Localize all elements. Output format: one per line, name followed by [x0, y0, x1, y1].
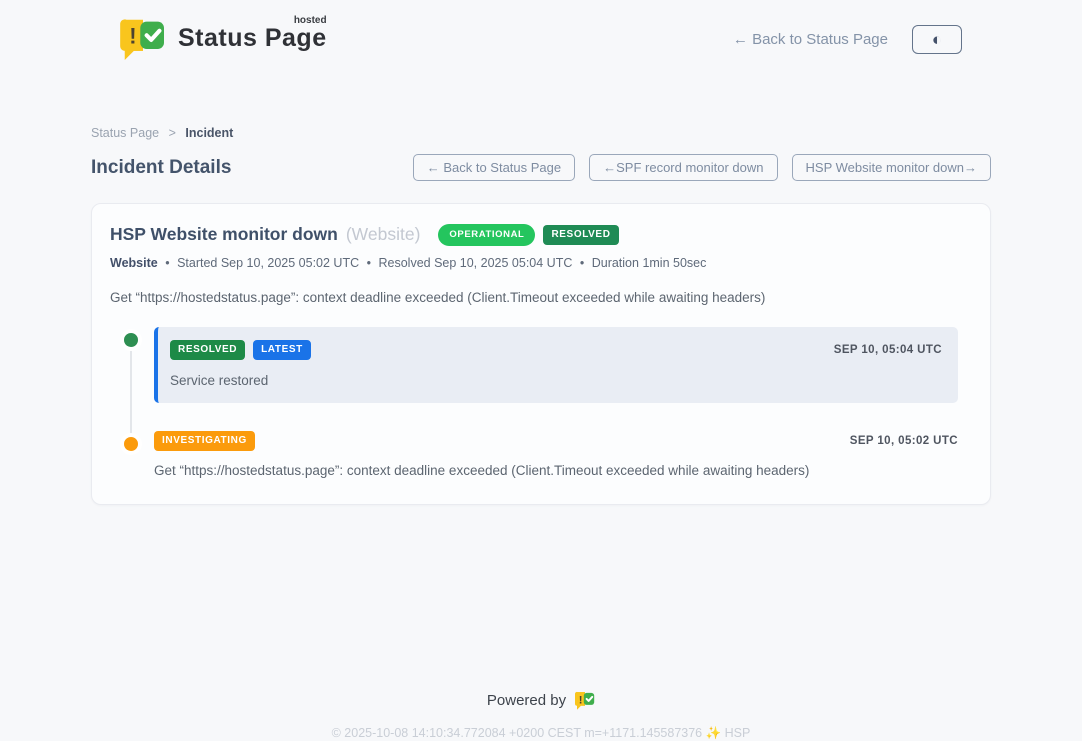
- incident-title-row: HSP Website monitor down (Website) OPERA…: [108, 224, 974, 246]
- brand-name: Status Page: [178, 24, 327, 52]
- breadcrumb-status-page[interactable]: Status Page: [91, 126, 159, 140]
- svg-text:!: !: [579, 694, 583, 706]
- timeline-message: Service restored: [170, 373, 942, 388]
- main-content: Status Page > Incident Incident Details …: [91, 126, 991, 741]
- timeline-timestamp: SEP 10, 05:04 UTC: [834, 344, 942, 356]
- timeline-timestamp: SEP 10, 05:02 UTC: [850, 435, 958, 447]
- resolved-badge: RESOLVED: [543, 225, 618, 245]
- breadcrumb-separator: >: [169, 126, 176, 140]
- timeline-dot-wrap: [108, 431, 154, 455]
- timeline-entry-resolved: RESOLVED LATEST SEP 10, 05:04 UTC Servic…: [108, 327, 974, 403]
- incident-description: Get “https://hostedstatus.page”: context…: [108, 290, 974, 305]
- timeline-dot-wrap: [108, 327, 154, 351]
- timeline-investigating-badge: INVESTIGATING: [154, 431, 255, 451]
- timeline-entry-content: INVESTIGATING SEP 10, 05:02 UTC Get “htt…: [154, 431, 958, 478]
- page-title: Incident Details: [91, 157, 231, 179]
- breadcrumb-incident: Incident: [185, 126, 233, 140]
- incident-timeline: RESOLVED LATEST SEP 10, 05:04 UTC Servic…: [108, 327, 974, 478]
- incident-card: HSP Website monitor down (Website) OPERA…: [91, 203, 991, 505]
- theme-toggle-button[interactable]: ◐: [912, 25, 962, 54]
- brand-text: hosted Status Page: [178, 18, 327, 53]
- timeline-latest-badge: LATEST: [253, 340, 311, 360]
- meta-resolved: Resolved Sep 10, 2025 05:04 UTC: [378, 256, 572, 270]
- meta-started: Started Sep 10, 2025 05:02 UTC: [177, 256, 359, 270]
- svg-text:!: !: [129, 24, 136, 49]
- title-row: Incident Details ← Back to Status Page ←…: [91, 154, 991, 181]
- prev-incident-button[interactable]: ←SPF record monitor down: [589, 154, 777, 181]
- operational-badge: OPERATIONAL: [438, 224, 535, 246]
- incident-title: HSP Website monitor down: [110, 224, 338, 245]
- brand-logo-group[interactable]: ! hosted Status Page: [120, 18, 327, 60]
- status-page-mini-logo-icon[interactable]: !: [575, 691, 595, 710]
- incident-scope: (Website): [346, 224, 421, 245]
- timeline-entry-head: INVESTIGATING SEP 10, 05:02 UTC: [154, 431, 958, 451]
- half-circle-icon: ◐: [932, 31, 942, 48]
- back-to-status-page-button[interactable]: ← Back to Status Page: [413, 154, 575, 181]
- meta-component: Website: [110, 256, 158, 270]
- timeline-dot-orange: [120, 433, 142, 455]
- timeline-badges: INVESTIGATING: [154, 431, 255, 451]
- timeline-entry-head: RESOLVED LATEST SEP 10, 05:04 UTC: [170, 340, 942, 360]
- brand-superscript: hosted: [294, 15, 327, 26]
- timeline-message: Get “https://hostedstatus.page”: context…: [154, 463, 958, 478]
- meta-separator: •: [367, 256, 371, 270]
- meta-separator: •: [580, 256, 584, 270]
- meta-separator: •: [165, 256, 169, 270]
- timeline-resolved-badge: RESOLVED: [170, 340, 245, 360]
- timeline-badges: RESOLVED LATEST: [170, 340, 311, 360]
- header-back-link[interactable]: ← Back to Status Page: [733, 31, 888, 48]
- powered-by-label: Powered by: [487, 692, 566, 709]
- timeline-entry-content: RESOLVED LATEST SEP 10, 05:04 UTC Servic…: [154, 327, 958, 403]
- site-header: ! hosted Status Page ← Back to Status Pa…: [0, 0, 1082, 62]
- timeline-highlight-box: RESOLVED LATEST SEP 10, 05:04 UTC Servic…: [154, 327, 958, 403]
- status-page-logo-icon: !: [120, 18, 166, 60]
- powered-by: Powered by !: [487, 691, 595, 710]
- timeline-entry-investigating: INVESTIGATING SEP 10, 05:02 UTC Get “htt…: [108, 431, 974, 478]
- incident-nav-buttons: ← Back to Status Page ←SPF record monito…: [413, 154, 991, 181]
- breadcrumb: Status Page > Incident: [91, 126, 991, 140]
- copyright-text: © 2025-10-08 14:10:34.772084 +0200 CEST …: [91, 726, 991, 741]
- next-incident-button[interactable]: HSP Website monitor down→: [792, 154, 991, 181]
- meta-duration: Duration 1min 50sec: [592, 256, 707, 270]
- footer: Powered by ! © 2025-10-08 14:10:34.77208…: [91, 691, 991, 741]
- timeline-dot-green: [120, 329, 142, 351]
- incident-meta: Website • Started Sep 10, 2025 05:02 UTC…: [108, 256, 974, 270]
